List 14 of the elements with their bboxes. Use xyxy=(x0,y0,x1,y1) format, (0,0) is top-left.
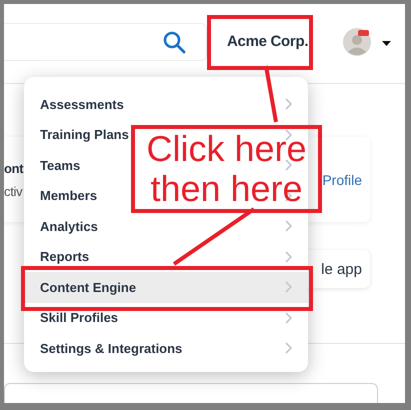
menu-item[interactable]: Settings & Integrations xyxy=(40,340,182,356)
menu-item[interactable]: Skill Profiles xyxy=(40,310,118,326)
menu-item[interactable]: Reports xyxy=(40,249,90,264)
organization-name[interactable]: Acme Corp. xyxy=(227,33,308,50)
menu-item[interactable]: Assessments xyxy=(40,96,124,112)
menu-item[interactable]: Members xyxy=(40,188,98,204)
card-subtitle: ctiv xyxy=(4,184,24,198)
menu-item[interactable]: Content Engine xyxy=(40,280,136,295)
menu-item[interactable]: Teams xyxy=(40,158,80,173)
card-title: ont xyxy=(4,160,24,176)
annotation-tooltip: Click here then here xyxy=(131,125,322,213)
menu-item[interactable]: Analytics xyxy=(40,218,98,234)
menu-item[interactable]: Training Plans xyxy=(40,127,129,142)
profile-link[interactable]: Profile xyxy=(322,172,362,188)
